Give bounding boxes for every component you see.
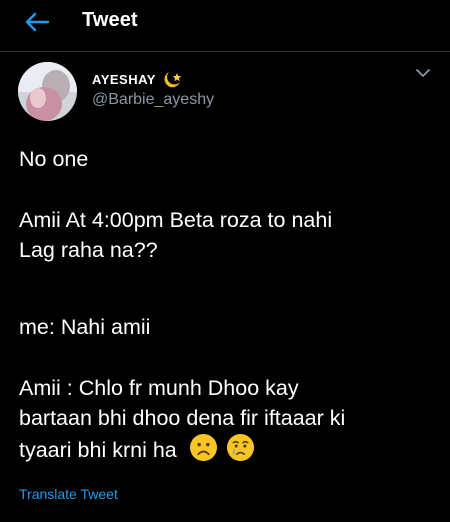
chevron-down-icon[interactable] <box>414 66 432 80</box>
author-name-row[interactable]: AYESHAY <box>92 70 184 88</box>
author-handle[interactable]: @Barbie_ayeshy <box>92 91 214 109</box>
moon-star-emoji-icon <box>164 72 182 88</box>
frowning-face-emoji-icon <box>189 433 217 462</box>
tweet-text-line: tyaari bhi krni ha <box>19 438 177 462</box>
tweet-text-line: me: Nahi amii <box>19 315 151 339</box>
tweet-text-line: Lag raha na?? <box>19 238 158 262</box>
tweet-text-line: bartaan bhi dhoo dena fir iftaaar ki <box>19 406 346 430</box>
avatar[interactable] <box>18 62 77 121</box>
crying-face-emoji-icon <box>226 433 254 462</box>
page-title: Tweet <box>82 9 138 31</box>
tweet-text-line: Amii : Chlo fr munh Dhoo kay <box>19 376 299 400</box>
arrow-left-icon[interactable] <box>22 10 52 34</box>
tweet-text-line: Amii At 4:00pm Beta roza to nahi <box>19 208 333 232</box>
tweet-paragraph: Amii At 4:00pm Beta roza to nahi Lag rah… <box>19 205 332 265</box>
tweet-text-line: No one <box>19 147 89 171</box>
tweet-last-line: tyaari bhi krni ha <box>19 433 345 465</box>
translate-tweet-link[interactable]: Translate Tweet <box>19 486 118 502</box>
author-name: AYESHAY <box>92 71 156 87</box>
tweet-paragraph: Amii : Chlo fr munh Dhoo kay bartaan bhi… <box>19 373 345 465</box>
top-bar: Tweet <box>0 0 450 52</box>
